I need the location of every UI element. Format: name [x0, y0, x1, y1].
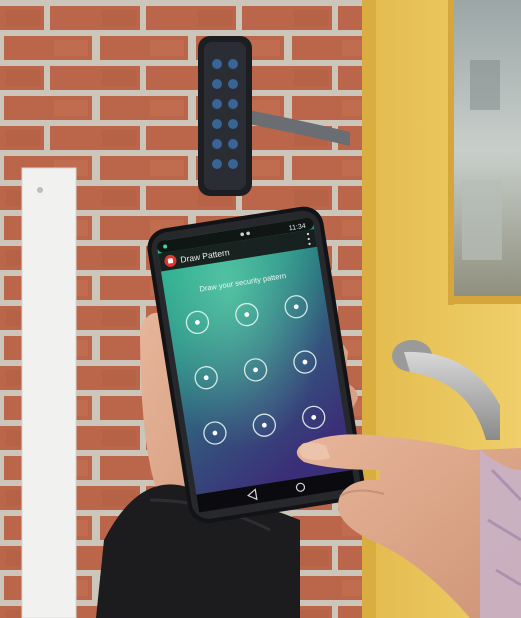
photo-scene: 11:34 Draw Pattern Draw your security pa…: [0, 0, 521, 618]
scene-svg: 11:34 Draw Pattern Draw your security pa…: [0, 0, 521, 618]
white-wall-panel: [22, 168, 76, 618]
